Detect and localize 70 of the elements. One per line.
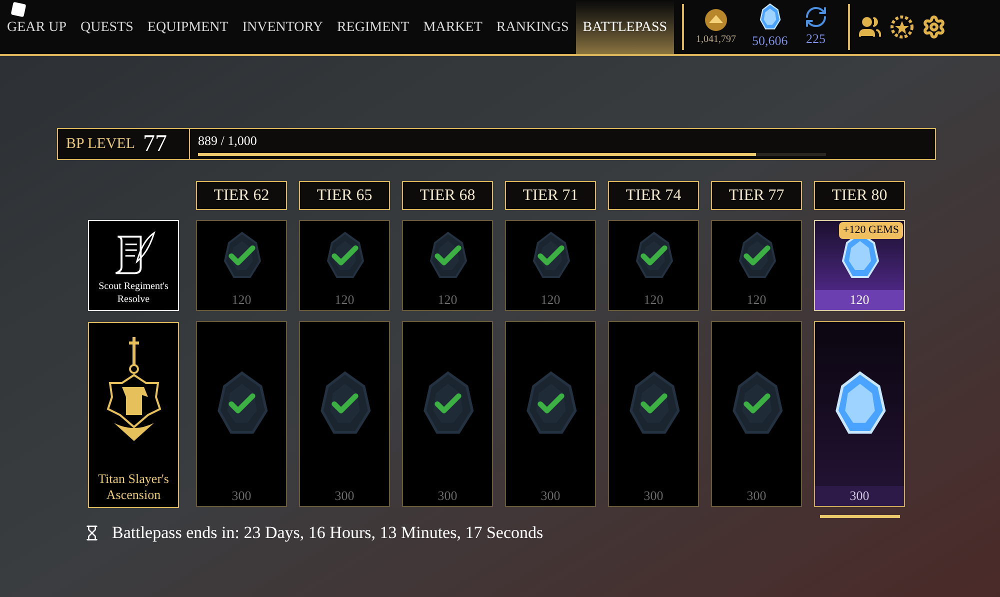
- tier-header: TIER 65: [299, 181, 390, 210]
- reward-amount: 300: [334, 487, 356, 505]
- reward-amount: 120: [746, 291, 768, 309]
- reward-tile[interactable]: 300: [814, 321, 905, 507]
- tier-header: TIER 68: [402, 181, 493, 210]
- tier-header: TIER 71: [505, 181, 596, 210]
- tier-header: TIER 62: [196, 181, 287, 210]
- settings-icon: [922, 15, 946, 39]
- reward-tile[interactable]: 300: [711, 321, 802, 507]
- friends-button[interactable]: [858, 15, 882, 39]
- xp-progress-text: 889 / 1,000: [198, 132, 258, 148]
- reward-amount: 300: [540, 487, 562, 505]
- nav-tab[interactable]: INVENTORY: [235, 0, 330, 54]
- reward-tile[interactable]: 120: [608, 220, 699, 311]
- tier-header: TIER 77: [711, 181, 802, 210]
- reward-tile[interactable]: 120 +120 GEMS: [814, 220, 905, 311]
- reward-tile[interactable]: 300: [196, 321, 287, 507]
- reward-amount: 120: [642, 291, 664, 309]
- nav-tab[interactable]: GEAR UP: [0, 0, 74, 54]
- track-name: Titan Slayer's Ascension: [97, 470, 170, 503]
- reward-tile[interactable]: 300: [299, 321, 390, 507]
- bp-level-label: BP LEVEL: [66, 134, 136, 154]
- reward-amount: 120: [230, 291, 252, 309]
- star-medal-icon: [890, 15, 914, 39]
- currency-amount: 225: [806, 30, 826, 48]
- track-name: Scout Regiment's Resolve: [98, 281, 170, 306]
- reward-tile[interactable]: 120: [402, 220, 493, 311]
- gem-icon: [530, 230, 570, 280]
- reward-amount: 300: [815, 486, 904, 506]
- currency-amount: 50,606: [752, 32, 788, 50]
- reward-amount: 120: [436, 291, 458, 309]
- tilted-square-icon: [10, 2, 26, 18]
- reward-amount: 300: [642, 487, 664, 505]
- hourglass-icon: [84, 524, 100, 541]
- reward-tile[interactable]: 120: [505, 220, 596, 311]
- tier-header: TIER 80: [814, 181, 905, 210]
- reward-amount: 300: [436, 487, 458, 505]
- nav-tab[interactable]: MARKET: [416, 0, 490, 54]
- nav-tab[interactable]: EQUIPMENT: [140, 0, 236, 54]
- reward-amount: 300: [746, 487, 768, 505]
- gem-icon: [324, 230, 364, 280]
- reward-tile[interactable]: 120: [196, 220, 287, 311]
- nav-tab[interactable]: REGIMENT: [330, 0, 416, 54]
- tier-header: TIER 74: [608, 181, 699, 210]
- nav-tab[interactable]: BATTLEPASS: [576, 0, 674, 54]
- currency-amount: 1,041,797: [696, 32, 736, 46]
- nav-tab[interactable]: QUESTS: [74, 0, 140, 54]
- reward-amount: 120: [815, 290, 904, 310]
- badge-button[interactable]: [890, 15, 914, 39]
- gem-icon: [428, 230, 468, 280]
- gem-icon: [634, 230, 674, 280]
- battlepass-timer: Battlepass ends in: 23 Days, 16 Hours, 13 Minutes, 17 Seconds: [112, 522, 544, 544]
- reward-amount: 120: [334, 291, 356, 309]
- nav-tab[interactable]: RANKINGS: [489, 0, 576, 54]
- reward-tile[interactable]: 300: [608, 321, 699, 507]
- reward-tile[interactable]: 300: [505, 321, 596, 507]
- reward-tile[interactable]: 120: [711, 220, 802, 311]
- reward-tile[interactable]: 300: [402, 321, 493, 507]
- circular-arrows-icon: [804, 5, 828, 30]
- reward-tile[interactable]: 120: [299, 220, 390, 311]
- reward-amount: 300: [230, 487, 252, 505]
- people-icon: [858, 15, 882, 39]
- gem-icon: [222, 230, 262, 280]
- gem-icon: [758, 3, 782, 32]
- coin-icon: [704, 8, 728, 32]
- bp-level-value: 77: [143, 132, 168, 156]
- bonus-badge: +120 GEMS: [838, 222, 903, 238]
- reward-amount: 120: [540, 291, 562, 309]
- settings-button[interactable]: [922, 15, 946, 39]
- gem-icon: [736, 230, 776, 280]
